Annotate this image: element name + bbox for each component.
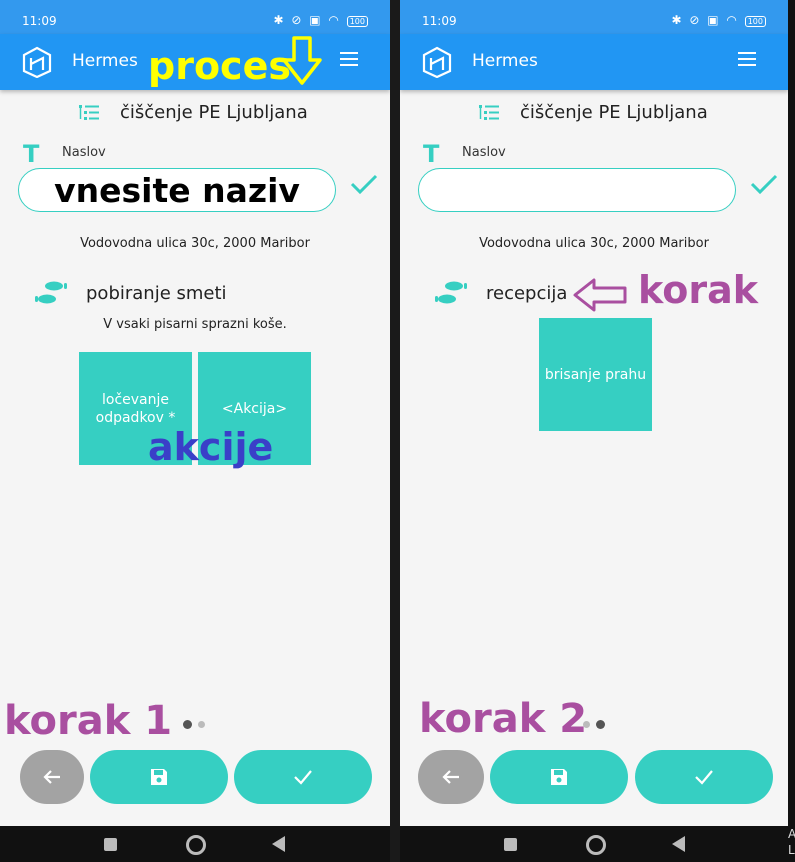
- title-input[interactable]: vnesite naziv: [18, 168, 336, 212]
- step-name: recepcija: [486, 283, 568, 304]
- annotation-akcije: akcije: [148, 425, 274, 469]
- bluetooth-icon: ✱: [273, 13, 286, 27]
- edge-text: A L: [788, 827, 795, 857]
- address-text: Vodovodna ulica 30c, 2000 Maribor: [80, 236, 310, 251]
- back-button[interactable]: [418, 750, 484, 804]
- save-button[interactable]: [490, 750, 628, 804]
- bluetooth-icon: ✱: [671, 13, 684, 27]
- check-icon: [695, 770, 713, 785]
- action-tile-1[interactable]: brisanje prahu: [539, 318, 652, 431]
- text-field-icon: T: [23, 140, 40, 168]
- mute-icon: ⊘: [291, 13, 304, 27]
- annotation-korak: korak: [638, 268, 759, 312]
- page-dot: [198, 721, 205, 728]
- home-icon[interactable]: [586, 835, 606, 855]
- list-tree-icon: [79, 105, 99, 120]
- hermes-logo-icon: [422, 46, 452, 78]
- footsteps-icon: [435, 281, 467, 304]
- step-description: V vsaki pisarni sprazni koše.: [103, 317, 287, 332]
- confirm-title-check-icon[interactable]: [350, 173, 378, 195]
- recents-icon[interactable]: [104, 838, 117, 851]
- process-row: čiščenje PE Ljubljana: [400, 100, 788, 128]
- arrow-left-icon: [43, 770, 60, 784]
- app-title: Hermes: [472, 51, 538, 71]
- menu-icon[interactable]: [340, 52, 360, 68]
- edge-strip: A L: [788, 0, 795, 862]
- title-input-value: vnesite naziv: [54, 171, 300, 210]
- step-name: pobiranje smeti: [86, 283, 227, 304]
- page-dot-active: [183, 720, 192, 729]
- annotation-arrow-left-icon: [573, 278, 627, 312]
- wifi-icon: ◠: [328, 13, 341, 27]
- status-bar: 11:09 ✱ ⊘ ▣ ◠ 100: [0, 0, 390, 34]
- action-tile-label: <Akcija>: [221, 400, 288, 417]
- battery-icon: 100: [346, 16, 368, 27]
- confirm-button[interactable]: [234, 750, 372, 804]
- recents-icon[interactable]: [504, 838, 517, 851]
- process-name: čiščenje PE Ljubljana: [520, 102, 708, 123]
- title-input[interactable]: [418, 168, 736, 212]
- save-icon: [151, 769, 167, 785]
- page-dot-active: [596, 720, 605, 729]
- sim-icon: ▣: [707, 13, 721, 27]
- process-name: čiščenje PE Ljubljana: [120, 102, 308, 123]
- back-button[interactable]: [20, 750, 84, 804]
- annotation-proces: proces: [148, 44, 291, 88]
- action-tile-label: ločevanje odpadkov *: [95, 391, 176, 426]
- text-field-icon: T: [423, 140, 440, 168]
- title-label: Naslov: [62, 145, 106, 160]
- app-title: Hermes: [72, 51, 138, 71]
- confirm-button[interactable]: [635, 750, 773, 804]
- save-button[interactable]: [90, 750, 228, 804]
- mute-icon: ⊘: [689, 13, 702, 27]
- home-icon[interactable]: [186, 835, 206, 855]
- battery-icon: 100: [744, 16, 766, 27]
- menu-icon[interactable]: [738, 52, 758, 68]
- title-label: Naslov: [462, 145, 506, 160]
- action-tile-label: brisanje prahu: [544, 366, 647, 383]
- address-text: Vodovodna ulica 30c, 2000 Maribor: [479, 236, 709, 251]
- annotation-korak-1: korak 1: [4, 698, 173, 744]
- footsteps-icon: [35, 281, 67, 304]
- arrow-left-icon: [442, 770, 459, 784]
- status-bar: 11:09 ✱ ⊘ ▣ ◠ 100: [400, 0, 788, 34]
- system-nav-bar: [400, 826, 788, 862]
- list-tree-icon: [479, 105, 499, 120]
- confirm-title-check-icon[interactable]: [750, 173, 778, 195]
- check-icon: [294, 770, 312, 785]
- status-time: 11:09: [22, 14, 57, 28]
- annotation-arrow-down-icon: [282, 36, 322, 85]
- status-icons: ✱ ⊘ ▣ ◠ 100: [671, 13, 766, 27]
- hermes-logo-icon: [22, 46, 52, 78]
- page-indicator: [183, 714, 211, 733]
- back-nav-icon[interactable]: [272, 836, 285, 852]
- page-indicator: [583, 714, 611, 733]
- app-bar: Hermes: [400, 34, 788, 90]
- process-row: čiščenje PE Ljubljana: [0, 100, 390, 128]
- annotation-korak-2: korak 2: [419, 696, 588, 742]
- status-icons: ✱ ⊘ ▣ ◠ 100: [273, 13, 368, 27]
- system-nav-bar: [0, 826, 390, 862]
- sim-icon: ▣: [309, 13, 323, 27]
- save-icon: [551, 769, 567, 785]
- status-time: 11:09: [422, 14, 457, 28]
- wifi-icon: ◠: [726, 13, 739, 27]
- back-nav-icon[interactable]: [672, 836, 685, 852]
